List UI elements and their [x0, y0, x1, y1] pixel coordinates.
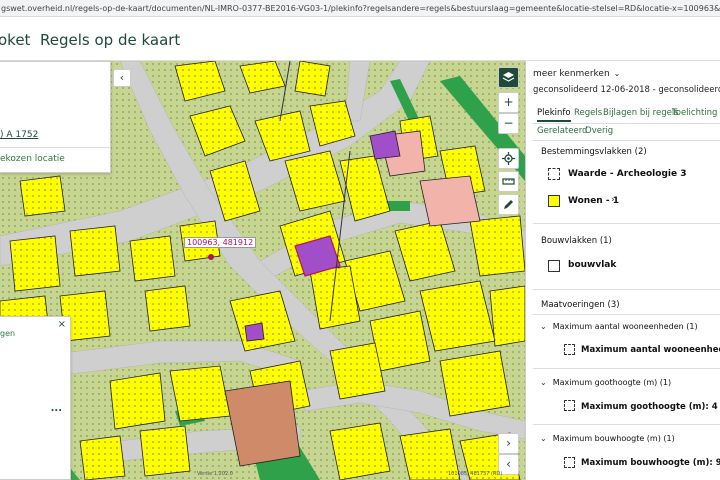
document-status: geconsolideerd 12-06-2018 - geconsolidee… [533, 85, 720, 95]
coordinate-label: 100963, 481912 [184, 237, 257, 248]
more-features-toggle[interactable]: meer kenmerken ⌄ [533, 69, 620, 79]
tab-gerelateerd[interactable]: Gerelateerd [537, 126, 587, 136]
divider [533, 424, 720, 425]
accordion-goothoogte[interactable]: ⌄ Maximum goothoogte (m) (1) [540, 378, 671, 387]
crosshair-icon [502, 152, 515, 165]
info-panel: meer kenmerken ⌄ geconsolideerd 12-06-201… [525, 61, 720, 480]
legend-panel: × gen ... [0, 316, 71, 480]
divider [533, 368, 720, 369]
chevron-right-icon[interactable]: › [661, 168, 665, 178]
layers-button[interactable] [498, 67, 519, 88]
version-label: Versie 1.202.0 [197, 471, 233, 477]
tab-overig[interactable]: Overig [585, 126, 613, 136]
section-bouwvlakken: Bouwvlakken (1) [541, 236, 612, 246]
zoom-in-button[interactable]: + [498, 92, 519, 113]
ruler-icon [502, 178, 515, 185]
bestemming-archeologie[interactable]: Waarde - Archeologie 3 [568, 169, 686, 179]
maatvoering-wooneenheden: Maximum aantal wooneenheden: 1 [581, 345, 720, 355]
chevron-down-icon: ⌄ [540, 378, 547, 387]
site-title[interactable]: oket [0, 31, 30, 49]
chevron-down-icon: ⌄ [540, 434, 547, 443]
collapse-panel-button[interactable]: ‹ [113, 69, 131, 87]
dashed-swatch [564, 400, 575, 411]
locate-button[interactable] [498, 148, 519, 169]
bouwvlak-swatch [548, 260, 560, 272]
more-options-icon[interactable]: ... [51, 403, 62, 414]
page-title[interactable]: Regels op de kaart [40, 31, 180, 49]
dashed-swatch [564, 457, 575, 468]
divider [533, 223, 720, 224]
tab-divider [533, 123, 720, 124]
divider [533, 289, 720, 290]
draw-button[interactable] [498, 194, 519, 215]
pencil-icon [504, 200, 513, 209]
maatvoering-bouwhoogte: Maximum bouwhoogte (m): 9 [581, 458, 720, 468]
section-bestemmingsvlakken: Bestemmingsvlakken (2) [541, 147, 647, 157]
accordion-label: Maximum goothoogte (m) (1) [552, 378, 672, 387]
accordion-label: Maximum aantal wooneenheden (1) [552, 322, 698, 331]
tab-bijlagen[interactable]: Bijlagen bij regels [603, 108, 679, 118]
chevron-down-icon: ⌄ [613, 69, 621, 78]
accordion-wooneenheden[interactable]: ⌄ Maximum aantal wooneenheden (1) [540, 322, 698, 331]
wonen-swatch [548, 195, 560, 207]
section-maatvoeringen: Maatvoeringen (3) [541, 300, 620, 310]
maatvoering-goothoogte: Maximum goothoogte (m): 4 [581, 402, 718, 412]
tab-plekinfo[interactable]: Plekinfo [537, 108, 571, 122]
tab-toelichting[interactable]: Toelichting [672, 108, 717, 118]
app-header: oket Regels op de kaart [0, 17, 720, 61]
divider [533, 314, 720, 315]
bouwvlak-item[interactable]: bouwvlak [568, 260, 616, 270]
location-panel: ) A 1752 ekozen locatie [0, 61, 111, 173]
accordion-label: Maximum bouwhoogte (m) (1) [552, 434, 675, 443]
close-icon[interactable]: × [58, 319, 66, 330]
dashed-swatch [564, 344, 575, 355]
chevron-down-icon: ⌄ [540, 322, 547, 331]
parcel-link[interactable]: ) A 1752 [0, 130, 38, 140]
layers-icon [502, 72, 515, 82]
accordion-bouwhoogte[interactable]: ⌄ Maximum bouwhoogte (m) (1) [540, 434, 675, 443]
zoom-out-button[interactable]: − [498, 113, 519, 134]
next-button[interactable]: › [498, 433, 519, 454]
selected-location-link[interactable]: ekozen locatie [0, 154, 65, 164]
archeology-swatch [548, 168, 560, 180]
url-bar[interactable]: gswet.overheid.nl/regels-op-de-kaart/doc… [0, 0, 720, 17]
legend-link[interactable]: gen [0, 329, 15, 338]
more-features-label: meer kenmerken [533, 69, 610, 79]
coordinate-readout: 101085, 481737 (RD) [448, 471, 503, 477]
divider [0, 147, 110, 148]
chevron-right-icon[interactable]: › [611, 195, 615, 205]
tab-regels[interactable]: Regels [574, 108, 602, 118]
tab-divider [533, 140, 720, 141]
location-pin-icon [208, 254, 214, 260]
measure-button[interactable] [498, 171, 519, 192]
